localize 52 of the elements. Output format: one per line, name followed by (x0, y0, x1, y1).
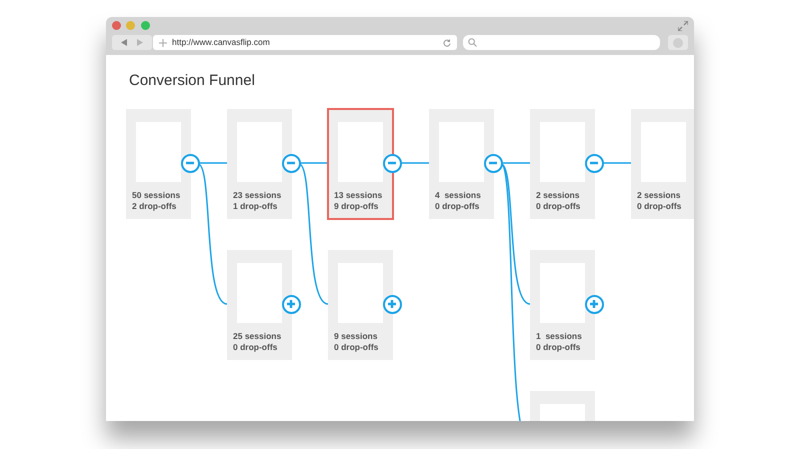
reload-icon[interactable] (443, 38, 451, 46)
session-count: 13 sessions (334, 190, 384, 201)
session-count: 23 sessions (233, 190, 282, 201)
page-thumbnail (338, 122, 383, 182)
search-icon (468, 38, 477, 47)
session-count: 1 sessions (536, 331, 583, 342)
page-thumbnail (540, 263, 585, 323)
page-thumbnail (237, 263, 282, 323)
page-thumbnail (540, 122, 585, 182)
back-icon[interactable] (121, 39, 127, 46)
funnel-step-card[interactable]: 1 sessions 0 drop-offs (530, 250, 595, 360)
connector-line (603, 162, 631, 164)
funnel-step-card[interactable]: 9 sessions 0 drop-offs (328, 250, 393, 360)
plus-icon (589, 299, 599, 309)
fullscreen-icon[interactable] (678, 21, 688, 31)
search-field[interactable] (463, 35, 660, 50)
drop-off-count: 9 drop-offs (334, 201, 380, 212)
drop-off-count: 0 drop-offs (334, 342, 380, 353)
funnel-step-card[interactable]: 50 sessions 2 drop-offs (126, 109, 191, 219)
session-count: 50 sessions (132, 190, 182, 201)
session-count: 2 sessions (637, 190, 682, 201)
maximize-button[interactable] (141, 21, 150, 30)
page-title: Conversion Funnel (129, 71, 255, 91)
session-count: 25 sessions (233, 331, 282, 342)
session-count: 4 sessions (435, 190, 482, 201)
forward-icon[interactable] (137, 39, 143, 46)
drop-off-count: 0 drop-offs (536, 342, 582, 353)
drop-off-count: 0 drop-offs (536, 201, 582, 212)
url-text: http://www.canvasflip.com (172, 36, 271, 49)
connector-line (401, 162, 429, 164)
page-thumbnail (338, 263, 383, 323)
session-count: 9 sessions (334, 331, 378, 342)
funnel-step-card[interactable]: 25 sessions 0 drop-offs (227, 250, 292, 360)
drop-off-count: 0 drop-offs (233, 342, 278, 353)
drop-off-count: 0 drop-offs (435, 201, 480, 212)
close-button[interactable] (112, 21, 121, 30)
drop-off-count: 0 drop-offs (637, 201, 682, 212)
page-thumbnail (439, 122, 484, 182)
plus-icon (286, 299, 296, 309)
funnel-step-card[interactable]: 4 sessions 0 drop-offs (429, 109, 494, 219)
page-thumbnail (237, 122, 282, 182)
plus-icon (159, 38, 167, 46)
drop-off-count: 2 drop-offs (132, 201, 178, 212)
funnel-step-card[interactable]: 2 sessions 0 drop-offs (530, 109, 595, 219)
funnel-step-card[interactable]: 13 sessions 9 drop-offs (327, 108, 394, 220)
address-bar[interactable]: http://www.canvasflip.com (153, 35, 457, 50)
page-thumbnail (136, 122, 181, 182)
funnel-step-card[interactable]: 23 sessions 1 drop-offs (227, 109, 292, 219)
funnel-step-card[interactable]: 2 sessions 0 drop-offs (631, 109, 694, 219)
session-count: 2 sessions (536, 190, 580, 201)
plus-icon (387, 299, 397, 309)
drop-off-count: 1 drop-offs (233, 201, 278, 212)
